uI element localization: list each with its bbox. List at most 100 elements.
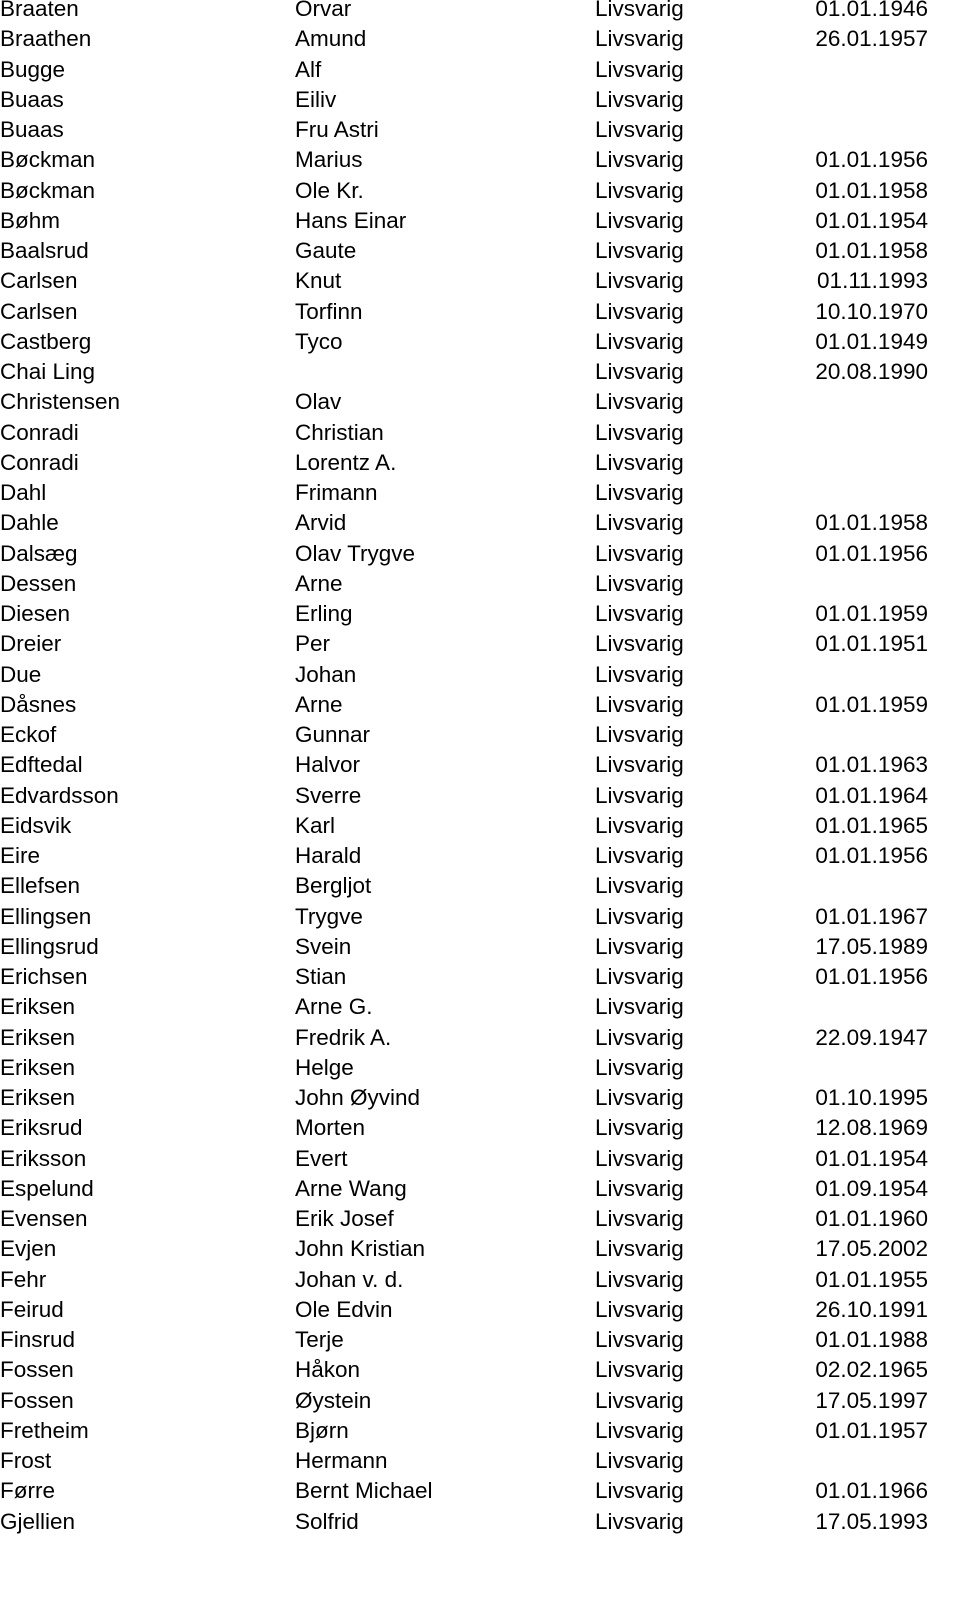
date-cell: 01.01.1966 (815, 1478, 928, 1504)
table-row: Buaas Fru Astri Livsvarig (0, 115, 960, 145)
membership-type-cell: Livsvarig (595, 873, 684, 899)
date-cell: 17.05.2002 (815, 1236, 928, 1262)
last-name-cell: Ellingsrud (0, 933, 99, 959)
last-name-cell: Eriksen (0, 1085, 76, 1110)
first-name-cell: Karl (295, 812, 336, 838)
membership-type-cell: Livsvarig (595, 812, 684, 838)
last-name-cell: Edvardsson (0, 782, 119, 808)
membership-type-cell: Livsvarig (595, 1085, 684, 1110)
first-name-cell: Ole Edvin (295, 1296, 393, 1322)
last-name-cell: Conradi (0, 449, 79, 475)
last-name-cell: Dessen (0, 570, 77, 596)
last-name-cell: Fretheim (0, 1417, 89, 1443)
date-cell: 17.05.1997 (815, 1387, 928, 1413)
first-name-cell: Christian (295, 419, 384, 445)
membership-type-cell: Livsvarig (595, 1054, 684, 1080)
table-row: Eriksson Evert Livsvarig 01.01.1954 (0, 1144, 960, 1174)
membership-type-cell: Livsvarig (595, 177, 684, 203)
table-row: Diesen Erling Livsvarig 01.01.1959 (0, 599, 960, 629)
last-name-cell: Fossen (0, 1357, 74, 1383)
table-row: Fretheim Bjørn Livsvarig 01.01.1957 (0, 1416, 960, 1446)
membership-type-cell: Livsvarig (595, 238, 684, 263)
first-name-cell: John Kristian (295, 1236, 426, 1262)
last-name-cell: Castberg (0, 328, 92, 354)
last-name-cell: Dalsæg (0, 540, 78, 566)
first-name-cell: Johan (295, 661, 357, 687)
first-name-cell: Bernt Michael (295, 1478, 433, 1504)
table-row: Eriksen Fredrik A. Livsvarig 22.09.1947 (0, 1023, 960, 1053)
first-name-cell: Helge (295, 1054, 354, 1080)
first-name-cell: Olav (295, 389, 342, 415)
last-name-cell: Eriksson (0, 1145, 87, 1171)
table-row: Erichsen Stian Livsvarig 01.01.1956 (0, 962, 960, 992)
membership-type-cell: Livsvarig (595, 1387, 684, 1413)
last-name-cell: Diesen (0, 601, 71, 626)
first-name-cell: Evert (295, 1145, 348, 1171)
table-row: Edvardsson Sverre Livsvarig 01.01.1964 (0, 781, 960, 811)
first-name-cell: Marius (295, 147, 363, 173)
membership-type-cell: Livsvarig (595, 510, 684, 536)
first-name-cell: Trygve (295, 903, 363, 929)
membership-type-cell: Livsvarig (595, 419, 684, 445)
date-cell: 01.01.1959 (815, 601, 928, 626)
last-name-cell: Baalsrud (0, 238, 89, 263)
date-cell: 01.01.1988 (815, 1327, 928, 1352)
last-name-cell: Carlsen (0, 268, 78, 294)
last-name-cell: Christensen (0, 389, 121, 415)
first-name-cell: Orvar (295, 0, 352, 21)
date-cell: 01.01.1963 (815, 752, 928, 778)
table-row: Fossen Øystein Livsvarig 17.05.1997 (0, 1386, 960, 1416)
last-name-cell: Ellingsen (0, 903, 92, 929)
first-name-cell: Erik Josef (295, 1206, 394, 1231)
last-name-cell: Ellefsen (0, 873, 81, 899)
last-name-cell: Conradi (0, 419, 79, 445)
date-cell: 01.01.1958 (815, 177, 928, 203)
date-cell: 01.01.1960 (815, 1206, 928, 1231)
table-row: Ellefsen Bergljot Livsvarig (0, 871, 960, 901)
date-cell: 20.08.1990 (815, 359, 928, 384)
last-name-cell: Evjen (0, 1236, 57, 1262)
last-name-cell: Eckof (0, 722, 57, 747)
membership-type-cell: Livsvarig (595, 207, 684, 233)
table-row: Conradi Christian Livsvarig (0, 418, 960, 448)
table-row: Finsrud Terje Livsvarig 01.01.1988 (0, 1325, 960, 1355)
membership-type-cell: Livsvarig (595, 1145, 684, 1171)
first-name-cell: Knut (295, 268, 342, 294)
membership-type-cell: Livsvarig (595, 1417, 684, 1443)
date-cell: 01.01.1957 (815, 1417, 928, 1443)
first-name-cell: Eiliv (295, 86, 337, 112)
table-row: Førre Bernt Michael Livsvarig 01.01.1966 (0, 1476, 960, 1506)
membership-type-cell: Livsvarig (595, 964, 684, 989)
table-row: Bøckman Ole Kr. Livsvarig 01.01.1958 (0, 176, 960, 206)
membership-type-cell: Livsvarig (595, 903, 684, 929)
membership-type-cell: Livsvarig (595, 601, 684, 626)
table-row: Frost Hermann Livsvarig (0, 1446, 960, 1476)
last-name-cell: Espelund (0, 1175, 94, 1201)
table-row: Dahle Arvid Livsvarig 01.01.1958 (0, 508, 960, 538)
date-cell: 01.01.1955 (815, 1266, 928, 1292)
first-name-cell: Bjørn (295, 1417, 349, 1443)
date-cell: 02.02.1965 (815, 1357, 928, 1383)
table-row: Baalsrud Gaute Livsvarig 01.01.1958 (0, 236, 960, 266)
first-name-cell: Arvid (295, 510, 347, 536)
membership-type-cell: Livsvarig (595, 268, 684, 294)
first-name-cell: Torfinn (295, 298, 363, 324)
membership-type-cell: Livsvarig (595, 298, 684, 324)
last-name-cell: Edftedal (0, 752, 83, 778)
table-row: Eidsvik Karl Livsvarig 01.01.1965 (0, 811, 960, 841)
first-name-cell: Tyco (295, 328, 343, 354)
membership-type-cell: Livsvarig (595, 661, 684, 687)
last-name-cell: Førre (0, 1478, 55, 1504)
membership-type-cell: Livsvarig (595, 540, 684, 566)
table-row: Eckof Gunnar Livsvarig (0, 720, 960, 750)
membership-type-cell: Livsvarig (595, 843, 684, 868)
first-name-cell: Fru Astri (295, 117, 379, 142)
table-row: Eire Harald Livsvarig 01.01.1956 (0, 841, 960, 871)
date-cell: 01.01.1956 (815, 540, 928, 566)
first-name-cell: Hans Einar (295, 207, 407, 233)
last-name-cell: Eriksen (0, 1054, 76, 1080)
table-row: Dahl Frimann Livsvarig (0, 478, 960, 508)
table-row: Dessen Arne Livsvarig (0, 569, 960, 599)
membership-type-cell: Livsvarig (595, 722, 684, 747)
first-name-cell: Svein (295, 933, 352, 959)
